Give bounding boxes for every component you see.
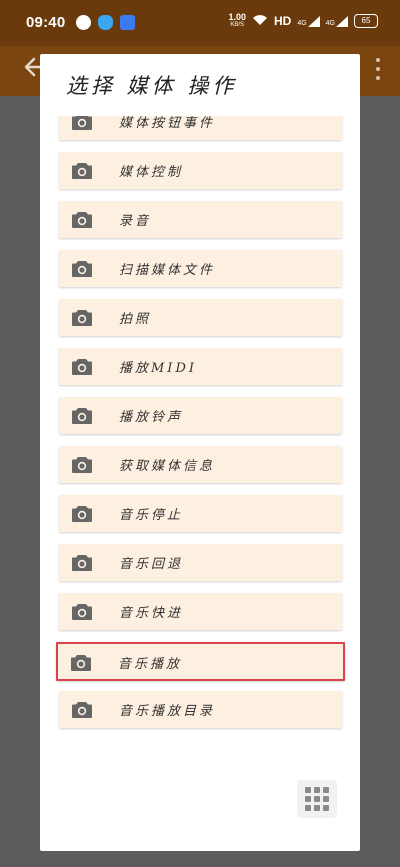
list-item-label: 音乐快进	[119, 606, 184, 621]
network-speed: 1.00 KB/S	[228, 13, 246, 29]
dialog-title: 选择 媒体 操作	[66, 74, 238, 98]
camera-icon	[71, 308, 93, 327]
list-item-label: 音乐停止	[119, 508, 184, 523]
camera-icon	[71, 602, 93, 621]
list-item[interactable]: 媒体控制	[59, 152, 342, 189]
camera-icon	[71, 161, 93, 180]
qq-icon	[98, 15, 113, 30]
status-right: 1.00 KB/S HD 4G 4G 65	[228, 13, 378, 29]
wifi-icon	[252, 14, 268, 29]
list-item[interactable]: 媒体按钮事件	[59, 116, 342, 140]
signal-1-label: 4G	[297, 19, 307, 27]
translate-app-icon	[120, 15, 135, 30]
list-item-label: 音乐回退	[119, 557, 184, 572]
list-item[interactable]: 扫描媒体文件	[59, 250, 342, 287]
list-item-label: 媒体按钮事件	[119, 116, 216, 131]
camera-icon	[71, 259, 93, 278]
list-item-label: 音乐播放	[118, 657, 183, 672]
status-time: 09:40	[26, 14, 66, 31]
list-item-label: 扫描媒体文件	[119, 263, 216, 278]
list-item-label: 媒体控制	[119, 165, 184, 180]
list-item-label: 拍照	[119, 312, 152, 327]
camera-icon	[71, 455, 93, 474]
camera-icon	[71, 357, 93, 376]
list-item[interactable]: 录音	[59, 201, 342, 238]
signal-2-label: 4G	[325, 19, 335, 27]
list-item[interactable]: 音乐回退	[59, 544, 342, 581]
list-item[interactable]: 拍照	[59, 299, 342, 336]
camera-icon	[71, 504, 93, 523]
signal-icon-1: 4G	[297, 15, 320, 27]
list-item-label: 播放MIDI	[119, 361, 198, 376]
camera-icon	[71, 553, 93, 572]
telegram-icon	[76, 15, 91, 30]
hd-label: HD	[273, 14, 292, 28]
list-item-label: 录音	[119, 214, 152, 229]
list-item-selected[interactable]: 音乐播放	[56, 642, 345, 681]
camera-icon	[70, 653, 92, 672]
list-item[interactable]: 音乐播放目录	[59, 691, 342, 728]
keyboard-button[interactable]	[297, 780, 337, 818]
network-speed-value: 1.00	[228, 12, 246, 22]
select-media-action-dialog: 选择 媒体 操作 媒体按钮事件 媒体控制录音扫描媒体文件 拍照播放MIDI 播放铃声获…	[40, 54, 360, 851]
camera-icon	[71, 700, 93, 719]
list-item-label: 获取媒体信息	[119, 459, 216, 474]
list-item[interactable]: 音乐停止	[59, 495, 342, 532]
status-bar: 09:40 1.00 KB/S HD 4G 4G 65	[0, 0, 400, 46]
list-item[interactable]: 播放铃声	[59, 397, 342, 434]
network-speed-unit: KB/S	[230, 22, 245, 28]
list-item-label: 音乐播放目录	[119, 704, 216, 719]
notification-icons	[76, 15, 135, 30]
camera-icon	[71, 406, 93, 425]
battery-indicator: 65	[354, 14, 378, 28]
signal-icon-2: 4G	[325, 15, 348, 27]
keyboard-icon	[305, 787, 329, 811]
list-item-label: 播放铃声	[119, 410, 184, 425]
list-item[interactable]: 播放MIDI	[59, 348, 342, 385]
more-options-icon[interactable]	[374, 58, 382, 80]
list-item[interactable]: 音乐快进	[59, 593, 342, 630]
camera-icon	[71, 210, 93, 229]
action-list[interactable]: 媒体按钮事件 媒体控制录音扫描媒体文件 拍照播放MIDI 播放铃声获取媒体信息 音乐停止…	[40, 116, 360, 834]
camera-icon	[71, 116, 93, 131]
list-item[interactable]: 获取媒体信息	[59, 446, 342, 483]
